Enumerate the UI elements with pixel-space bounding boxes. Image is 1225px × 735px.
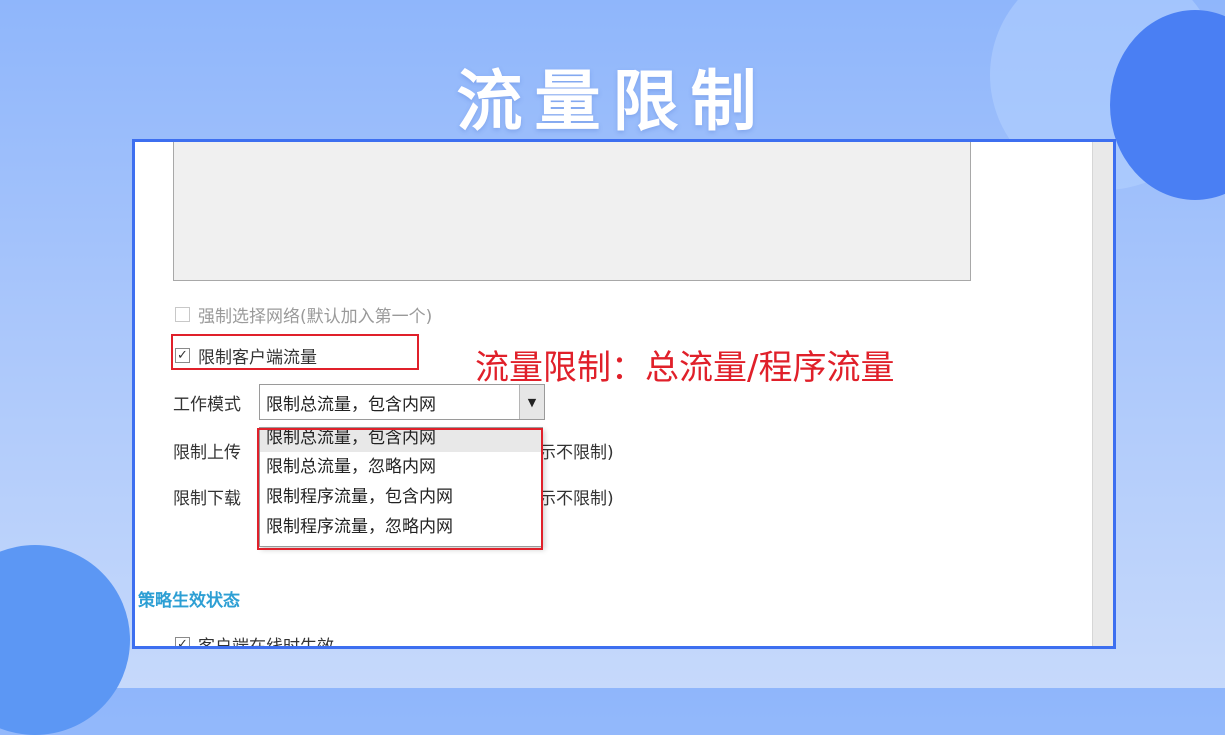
client-online-label: 客户端在线时生效 (198, 637, 334, 649)
download-limit-label: 限制下载 (173, 489, 241, 509)
work-mode-select[interactable]: 限制总流量，包含内网 ▼ (259, 384, 545, 420)
work-mode-label: 工作模式 (173, 395, 241, 415)
slide-title: 流量限制 (456, 63, 769, 140)
download-limit-suffix: 示不限制) (539, 489, 614, 509)
policy-section-title: 策略生效状态 (138, 591, 240, 611)
client-online-row: ✓ 客户端在线时生效 (175, 632, 334, 649)
network-listbox[interactable] (173, 142, 971, 281)
force-network-row: 强制选择网络(默认加入第一个) (175, 302, 432, 327)
decor-bubble-left (0, 545, 130, 735)
force-network-label: 强制选择网络(默认加入第一个) (198, 307, 433, 327)
force-network-checkbox[interactable] (175, 307, 190, 322)
work-mode-selected-value: 限制总流量，包含内网 (266, 394, 436, 415)
upload-limit-suffix: 示不限制) (539, 443, 614, 463)
settings-screenshot-frame: 强制选择网络(默认加入第一个) ✓ 限制客户端流量 流量限制：总流量/程序流量 … (132, 139, 1116, 649)
highlight-box-checkbox (171, 334, 419, 370)
highlight-box-dropdown (257, 428, 543, 550)
client-online-checkbox[interactable]: ✓ (175, 637, 190, 646)
annotation-text: 流量限制：总流量/程序流量 (475, 348, 895, 388)
upload-limit-label: 限制上传 (173, 443, 241, 463)
chevron-down-icon[interactable]: ▼ (519, 385, 544, 419)
vertical-scrollbar[interactable] (1092, 142, 1113, 646)
